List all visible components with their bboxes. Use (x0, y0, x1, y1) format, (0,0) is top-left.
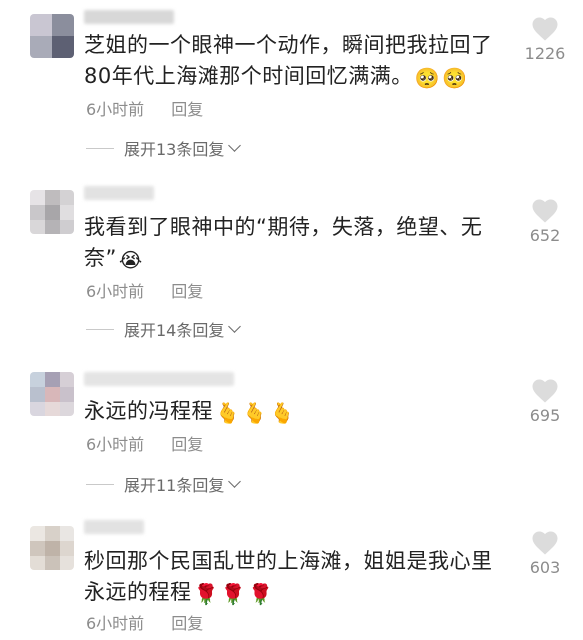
comment-item: 秒回那个民国乱世的上海滩，姐姐是我心里永远的程程 🌹 🌹 🌹 6小时前 回复 603 (0, 512, 583, 640)
like-count: 695 (529, 406, 561, 425)
avatar[interactable] (30, 526, 74, 570)
heart-outline-icon (532, 199, 558, 223)
rose-emoji: 🌹 (193, 582, 219, 606)
heart-outline-icon (532, 379, 558, 403)
comment-meta: 6小时前 回复 (86, 96, 203, 120)
pleading-face-emoji: 🥺 (414, 66, 441, 90)
like-count: 1226 (524, 44, 566, 63)
expand-replies-label[interactable]: 展开11条回复 (124, 472, 224, 496)
comment-time: 6小时前 (86, 614, 145, 633)
crying-face-emoji: 😭 (118, 248, 143, 272)
rose-emoji: 🌹 (248, 582, 274, 606)
username[interactable] (84, 520, 144, 534)
comment-text: 秒回那个民国乱世的上海滩，姐姐是我心里永远的程程 🌹 🌹 🌹 (84, 546, 504, 608)
comment-text: 我看到了眼神中的“期待，失落，绝望、无奈” 😭 (84, 212, 504, 274)
comment-meta: 6小时前 回复 (86, 610, 203, 634)
username[interactable] (84, 10, 174, 24)
heart-outline-icon (532, 531, 558, 555)
like-button[interactable]: 652 (515, 196, 575, 245)
comment-time: 6小时前 (86, 100, 145, 119)
reply-button[interactable]: 回复 (171, 435, 203, 454)
avatar[interactable] (30, 372, 74, 416)
comment-text: 芝姐的一个眼神一个动作，瞬间把我拉回了80年代上海滩那个时间回忆满满。 🥺 🥺 (84, 30, 504, 92)
comment-item: 芝姐的一个眼神一个动作，瞬间把我拉回了80年代上海滩那个时间回忆满满。 🥺 🥺 6小… (0, 0, 583, 170)
rose-emoji: 🌹 (220, 582, 247, 606)
heart-outline-icon (532, 17, 558, 41)
chevron-down-icon (228, 320, 242, 333)
reply-button[interactable]: 回复 (171, 282, 203, 301)
comment-body: 秒回那个民国乱世的上海滩，姐姐是我心里永远的程程 (84, 549, 493, 604)
comment-item: 我看到了眼神中的“期待，失落，绝望、无奈” 😭 6小时前 回复 展开14条回复 6… (0, 180, 583, 350)
comment-time: 6小时前 (86, 282, 145, 301)
avatar[interactable] (30, 14, 74, 58)
expand-replies-button[interactable]: 展开11条回复 (86, 472, 242, 496)
avatar[interactable] (30, 190, 74, 234)
comment-body: 我看到了眼神中的“期待，失落，绝望、无奈” (84, 215, 483, 270)
like-button[interactable]: 1226 (515, 14, 575, 63)
like-count: 652 (529, 226, 561, 245)
username[interactable] (84, 372, 234, 386)
comment-time: 6小时前 (86, 435, 145, 454)
like-button[interactable]: 603 (515, 528, 575, 577)
reply-button[interactable]: 回复 (171, 100, 203, 119)
divider-line (86, 483, 114, 485)
expand-replies-label[interactable]: 展开13条回复 (124, 136, 224, 160)
comment-text: 永远的冯程程 🫰 🫰 🫰 (84, 396, 504, 427)
like-button[interactable]: 695 (515, 376, 575, 425)
chevron-down-icon (228, 475, 242, 488)
like-count: 603 (529, 558, 561, 577)
pleading-face-emoji: 🥺 (442, 66, 468, 90)
finger-heart-emoji: 🫰 (215, 401, 241, 425)
finger-heart-emoji: 🫰 (242, 401, 268, 425)
divider-line (86, 147, 114, 149)
comment-item: 永远的冯程程 🫰 🫰 🫰 6小时前 回复 展开11条回复 695 (0, 360, 583, 530)
expand-replies-label[interactable]: 展开14条回复 (124, 317, 224, 341)
expand-replies-button[interactable]: 展开13条回复 (86, 136, 242, 160)
comment-meta: 6小时前 回复 (86, 431, 203, 455)
expand-replies-button[interactable]: 展开14条回复 (86, 317, 242, 341)
username[interactable] (84, 186, 154, 200)
divider-line (86, 328, 114, 330)
comment-meta: 6小时前 回复 (86, 278, 203, 302)
finger-heart-emoji: 🫰 (269, 401, 296, 425)
reply-button[interactable]: 回复 (171, 614, 203, 633)
comment-body: 永远的冯程程 (84, 399, 213, 423)
chevron-down-icon (228, 139, 242, 152)
